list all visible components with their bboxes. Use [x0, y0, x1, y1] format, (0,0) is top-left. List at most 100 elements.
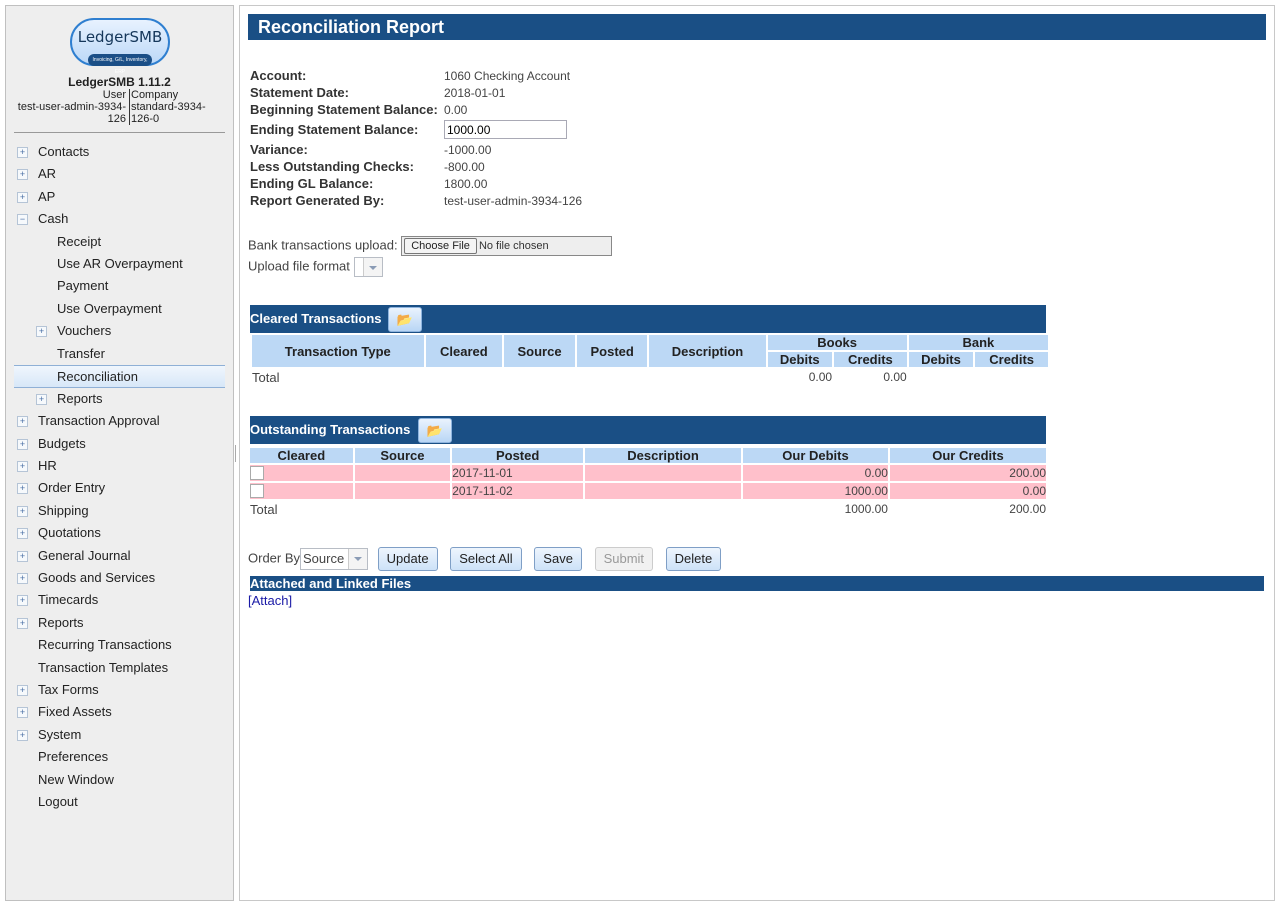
collapse-icon[interactable]: − — [17, 214, 28, 226]
expand-icon[interactable]: + — [17, 573, 28, 585]
sidebar-item-hr[interactable]: + HR — [14, 455, 225, 477]
column-header: Our Debits — [743, 448, 888, 463]
sidebar-item-cash[interactable]: − Cash — [14, 208, 225, 230]
sidebar-item-use-overpayment[interactable]: Use Overpayment — [14, 298, 225, 320]
expand-icon[interactable]: + — [17, 617, 28, 629]
sidebar-item-label: System — [38, 726, 82, 742]
expand-icon[interactable]: + — [17, 191, 28, 203]
cleared-checkbox[interactable] — [250, 484, 264, 499]
sidebar-menu: + Contacts + AR + AP − Cash Receipt Use AR Overpa… — [14, 141, 225, 813]
sidebar-item-label: Payment — [57, 278, 109, 294]
expand-icon[interactable]: + — [17, 169, 28, 181]
expand-icon[interactable]: + — [17, 416, 28, 428]
column-header: Cleared — [250, 448, 353, 463]
sidebar-divider — [14, 132, 225, 133]
sidebar-item-recurring-transactions[interactable]: Recurring Transactions — [14, 634, 225, 656]
update-button[interactable]: Update — [377, 547, 438, 571]
expand-icon[interactable]: + — [17, 147, 28, 158]
sidebar-item-shipping[interactable]: + Shipping — [14, 500, 225, 522]
sidebar-item-reports[interactable]: + Reports — [14, 388, 225, 410]
upload-format-row: Upload file format — [248, 257, 383, 277]
sidebar-item-contacts[interactable]: + Contacts — [14, 141, 225, 163]
column-header: Source — [354, 448, 451, 463]
pane-splitter-handle[interactable] — [235, 445, 238, 462]
expand-icon[interactable]: + — [17, 528, 28, 540]
sidebar-item-timecards[interactable]: + Timecards — [14, 589, 225, 611]
sidebar-item-reports[interactable]: + Reports — [14, 612, 225, 634]
expand-icon[interactable]: + — [36, 326, 47, 338]
generated-by-value: test-user-admin-3934-126 — [444, 193, 583, 208]
sidebar-item-transaction-approval[interactable]: + Transaction Approval — [14, 410, 225, 432]
sidebar-item-system[interactable]: + System — [14, 724, 225, 746]
ending-balance-input[interactable] — [444, 120, 567, 139]
upload-format-select[interactable] — [353, 257, 383, 277]
sidebar-item-label: Goods and Services — [38, 570, 156, 586]
attach-link[interactable]: [Attach] — [248, 593, 292, 608]
sidebar-item-vouchers[interactable]: + Vouchers — [14, 320, 225, 342]
sidebar-item-new-window[interactable]: New Window — [14, 769, 225, 791]
outstanding-transactions-header: Outstanding Transactions 📂 — [250, 416, 1046, 444]
cleared-transactions-table: Transaction Type Cleared Source Posted D… — [250, 333, 1050, 387]
expand-icon[interactable]: + — [36, 393, 47, 405]
sidebar-item-use-ar-overpayment[interactable]: Use AR Overpayment — [14, 253, 225, 275]
expand-icon[interactable]: + — [17, 483, 28, 495]
sidebar-item-label: Vouchers — [57, 323, 112, 339]
sidebar-item-label: Reports — [38, 614, 84, 630]
sidebar-item-label: General Journal — [38, 547, 131, 563]
sidebar-item-label: Transaction Approval — [38, 413, 160, 429]
sidebar-item-label: New Window — [38, 771, 114, 787]
cleared-checkbox[interactable] — [250, 466, 264, 481]
expand-icon[interactable]: + — [17, 438, 28, 450]
sidebar-item-quotations[interactable]: + Quotations — [14, 522, 225, 544]
folder-open-icon[interactable]: 📂 — [388, 307, 422, 332]
sidebar-item-label: Receipt — [57, 233, 102, 249]
action-bar: Order By Source Update Select All Save Su… — [248, 547, 722, 571]
folder-open-icon[interactable]: 📂 — [418, 418, 452, 443]
expand-icon[interactable]: + — [17, 550, 28, 562]
expand-icon[interactable]: + — [17, 684, 28, 696]
expand-icon[interactable]: + — [17, 729, 28, 741]
sidebar-item-label: Tax Forms — [38, 681, 99, 697]
main-content: Reconciliation Report Account: 1060 Check… — [239, 5, 1275, 901]
expand-icon[interactable]: + — [17, 461, 28, 473]
sidebar: LedgerSMB Invoicing, G/L, Inventory, ERP… — [5, 5, 234, 901]
cleared-transactions-header: Cleared Transactions 📂 — [250, 305, 1046, 333]
select-all-button[interactable]: Select All — [450, 547, 522, 571]
bank-file-input[interactable]: Choose File No file chosen — [401, 236, 613, 256]
choose-file-button[interactable]: Choose File — [404, 238, 477, 254]
expand-icon[interactable]: + — [17, 707, 28, 719]
sidebar-item-logout[interactable]: Logout — [14, 791, 225, 813]
statement-date-value: 2018-01-01 — [444, 85, 506, 100]
expand-icon[interactable]: + — [17, 505, 28, 517]
sidebar-item-fixed-assets[interactable]: + Fixed Assets — [14, 701, 225, 723]
page-title: Reconciliation Report — [248, 14, 1266, 40]
bank-upload-row: Bank transactions upload: Choose File No … — [248, 236, 613, 256]
ending-gl-value: 1800.00 — [444, 176, 488, 191]
save-button[interactable]: Save — [534, 547, 582, 571]
sidebar-item-transfer[interactable]: Transfer — [14, 343, 225, 365]
sidebar-item-general-journal[interactable]: + General Journal — [14, 545, 225, 567]
outstanding-transactions-table: Cleared Source Posted Description Our Debits… — [248, 446, 1048, 519]
sidebar-item-reconciliation[interactable]: Reconciliation — [14, 364, 225, 388]
sidebar-item-ar[interactable]: + AR — [14, 163, 225, 185]
sidebar-item-label: Use Overpayment — [57, 300, 162, 316]
delete-button[interactable]: Delete — [665, 547, 722, 571]
company-info: Company standard-3934-126-0 — [131, 89, 206, 125]
column-header: Our Credits — [889, 448, 1046, 463]
order-by-select[interactable]: Source — [300, 548, 369, 570]
sidebar-item-ap[interactable]: + AP — [14, 186, 225, 208]
app-version: LedgerSMB 1.11.2 — [68, 75, 171, 89]
sidebar-item-receipt[interactable]: Receipt — [14, 231, 225, 253]
user-info: User test-user-admin-3934-126 — [14, 89, 130, 125]
sidebar-item-budgets[interactable]: + Budgets — [14, 433, 225, 455]
sidebar-item-tax-forms[interactable]: + Tax Forms — [14, 679, 225, 701]
sidebar-item-order-entry[interactable]: + Order Entry — [14, 477, 225, 499]
sidebar-item-payment[interactable]: Payment — [14, 275, 225, 297]
expand-icon[interactable]: + — [17, 595, 28, 607]
sidebar-item-transaction-templates[interactable]: Transaction Templates — [14, 657, 225, 679]
sidebar-item-goods-and-services[interactable]: + Goods and Services — [14, 567, 225, 589]
report-summary: Account: 1060 Checking Account Statement … — [250, 67, 582, 209]
sidebar-item-preferences[interactable]: Preferences — [14, 746, 225, 768]
submit-button[interactable]: Submit — [594, 547, 654, 571]
sidebar-item-label: HR — [38, 458, 57, 474]
